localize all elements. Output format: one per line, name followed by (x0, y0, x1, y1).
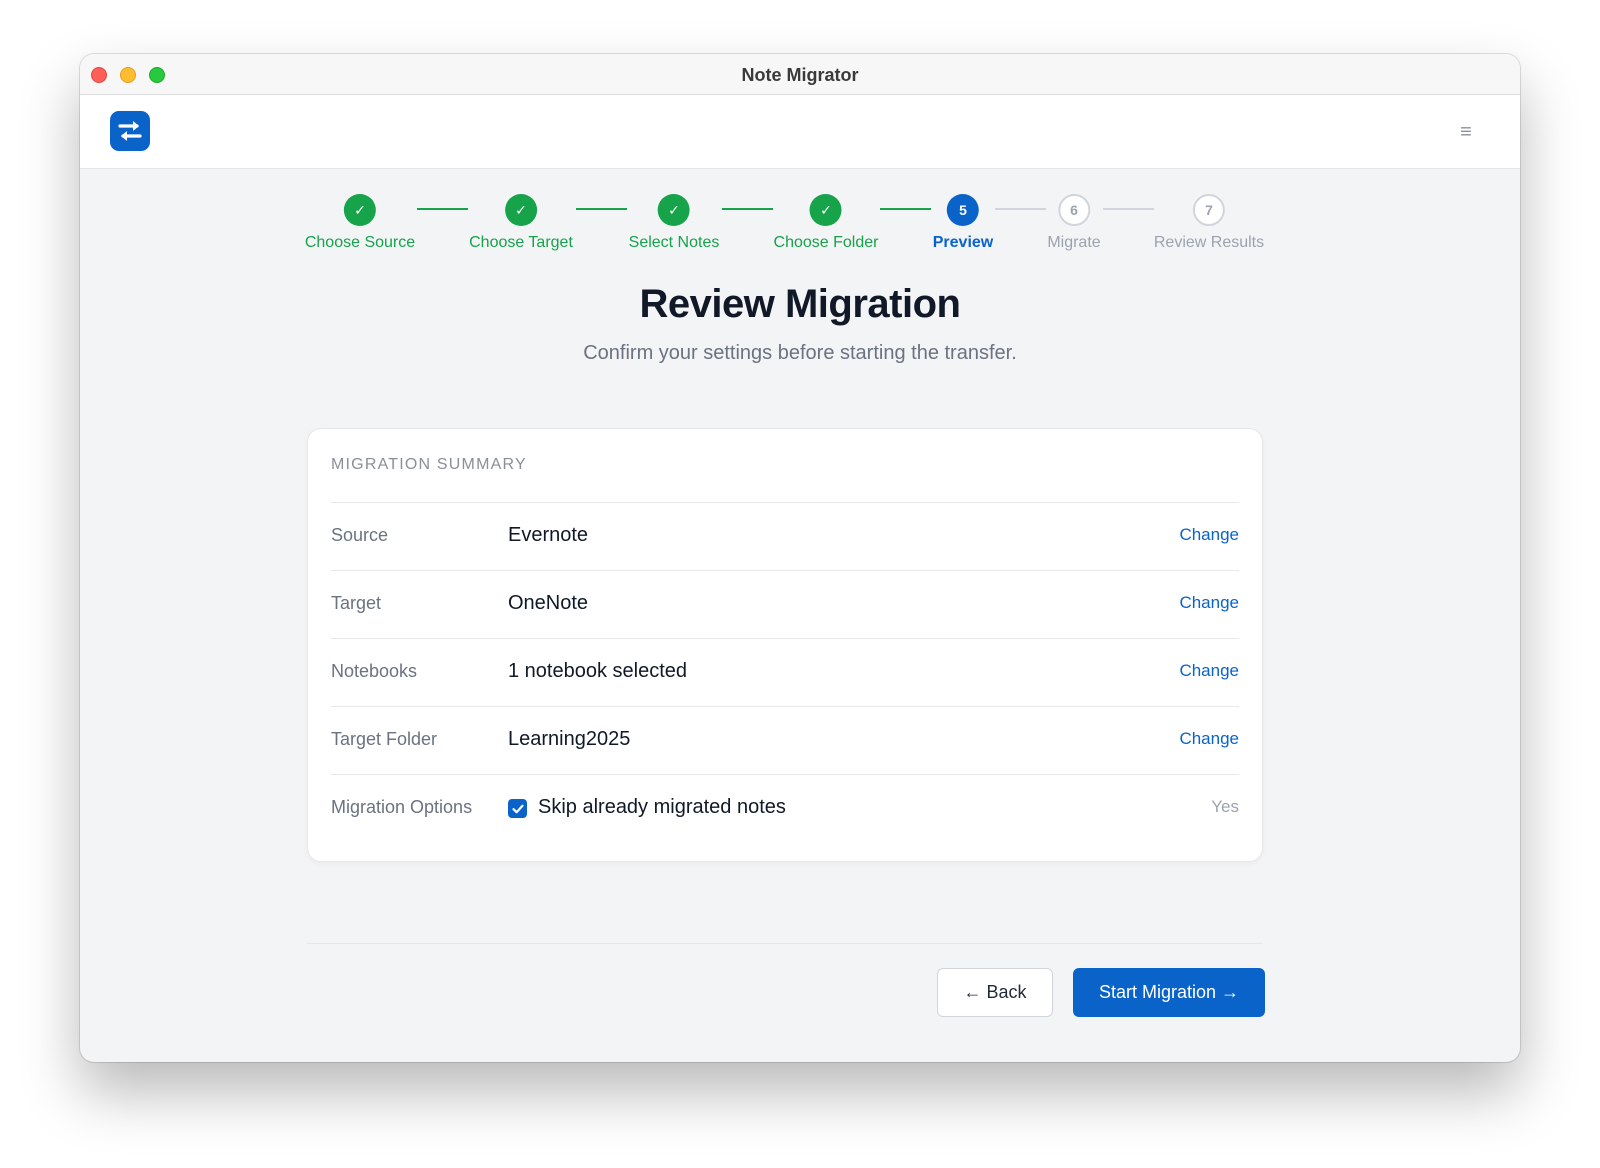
progress-stepper: ✓ Choose Source ✓ Choose Target ✓ Select… (80, 194, 1520, 274)
page-subtitle: Confirm your settings before starting th… (583, 342, 1017, 364)
window-title: Note Migrator (741, 65, 859, 85)
step-choose-target[interactable]: ✓ Choose Target (469, 194, 573, 252)
step-select-notes[interactable]: ✓ Select Notes (628, 194, 720, 252)
change-notebooks-link[interactable]: Change (1179, 661, 1239, 681)
checkbox-label[interactable]: Skip already migrated notes (538, 796, 786, 819)
row-label: Target (331, 593, 382, 613)
summary-row-source: Source Evernote Change (331, 503, 1239, 570)
row-value: 1 notebook selected (508, 660, 688, 682)
skip-migrated-checkbox[interactable] (508, 799, 527, 818)
swap-arrows-icon (110, 111, 150, 151)
step-migrate: 6 Migrate (1047, 194, 1101, 252)
start-migration-button[interactable]: Start Migration → (1073, 968, 1265, 1017)
option-status: Yes (1211, 797, 1239, 816)
step-label: Migrate (1047, 234, 1101, 251)
title-bar: Note Migrator (80, 54, 1520, 95)
row-value: OneNote (508, 592, 589, 614)
checkmark-icon: ✓ (658, 194, 690, 226)
checkmark-icon: ✓ (809, 194, 842, 226)
step-choose-source[interactable]: ✓ Choose Source (305, 194, 415, 252)
change-source-link[interactable]: Change (1179, 525, 1239, 545)
row-label: Migration Options (331, 797, 473, 817)
summary-row-notebooks: Notebooks 1 notebook selected Change (331, 639, 1239, 706)
step-preview: 5 Preview (933, 194, 993, 252)
summary-row-target: Target OneNote Change (331, 571, 1239, 638)
step-label: Select Notes (628, 234, 720, 251)
app-window: Note Migrator ≡ ✓ Choose Source ✓ Choose… (80, 54, 1520, 1062)
change-target-link[interactable]: Change (1179, 593, 1239, 613)
checkmark-icon: ✓ (343, 194, 376, 226)
row-label: Notebooks (331, 661, 418, 681)
migration-summary-card: MIGRATION SUMMARY Source Evernote Change… (307, 428, 1263, 862)
summary-row-options: Migration Options Skip already migrated … (331, 775, 1239, 842)
page-title: Review Migration (639, 282, 961, 326)
row-label: Target Folder (331, 729, 438, 749)
hamburger-menu-icon[interactable]: ≡ (1454, 121, 1478, 143)
step-label: Choose Folder (773, 234, 879, 251)
checkmark-icon: ✓ (505, 194, 537, 226)
back-button[interactable]: ← Back (937, 968, 1053, 1017)
row-value: Evernote (508, 524, 589, 546)
step-label: Choose Target (469, 234, 573, 251)
step-number: 6 (1057, 194, 1090, 226)
footer-divider (307, 943, 1263, 944)
summary-row-target-folder: Target Folder Learning2025 Change (331, 707, 1239, 774)
row-value: Learning2025 (508, 728, 631, 750)
step-number: 5 (946, 194, 979, 226)
app-header: ≡ (80, 95, 1520, 169)
step-label: Preview (932, 234, 994, 251)
change-folder-link[interactable]: Change (1179, 729, 1239, 749)
row-label: Source (331, 525, 389, 545)
step-review-results: 7 Review Results (1154, 194, 1264, 252)
step-label: Choose Source (304, 234, 416, 251)
summary-heading: MIGRATION SUMMARY (331, 456, 527, 473)
step-choose-folder[interactable]: ✓ Choose Folder (773, 194, 879, 252)
checkmark-icon (511, 804, 524, 813)
step-label: Review Results (1153, 234, 1265, 251)
step-number: 7 (1192, 194, 1225, 226)
